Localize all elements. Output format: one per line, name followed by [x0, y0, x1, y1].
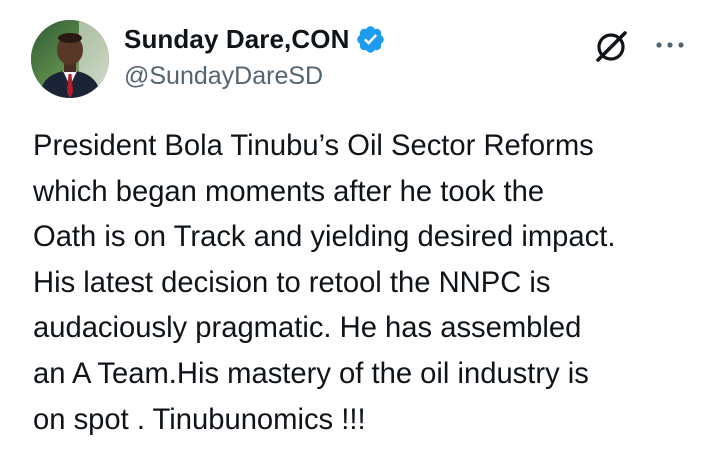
verified-badge-icon	[355, 24, 386, 55]
tweet-text-line: Oath is on Track and yielding desired im…	[33, 221, 616, 254]
tweet-text-line: on spot . Tinubunomics !!!	[33, 403, 366, 436]
tweet-text: President Bola Tinubu’s Oil Sector Refor…	[33, 124, 705, 443]
tweet-text-line: audaciously pragmatic. He has assembled	[33, 312, 582, 345]
author-handle[interactable]: @SundayDareSD	[124, 62, 323, 91]
author-display-name[interactable]: Sunday Dare,CON	[124, 24, 349, 55]
tweet-text-line: an A Team.His mastery of the oil industr…	[33, 357, 589, 390]
avatar[interactable]	[31, 20, 109, 98]
grok-icon[interactable]	[592, 27, 630, 65]
tweet-text-line: which began moments after he took the	[33, 175, 545, 208]
tweet-card[interactable]: Sunday Dare,CON @SundayDareSD President …	[0, 0, 720, 454]
avatar-photo	[31, 20, 109, 98]
more-options-icon[interactable]	[654, 36, 686, 54]
tweet-text-line: His latest decision to retool the NNPC i…	[33, 266, 551, 299]
author-name-row[interactable]: Sunday Dare,CON	[124, 22, 386, 56]
tweet-text-line: President Bola Tinubu’s Oil Sector Refor…	[33, 130, 594, 162]
